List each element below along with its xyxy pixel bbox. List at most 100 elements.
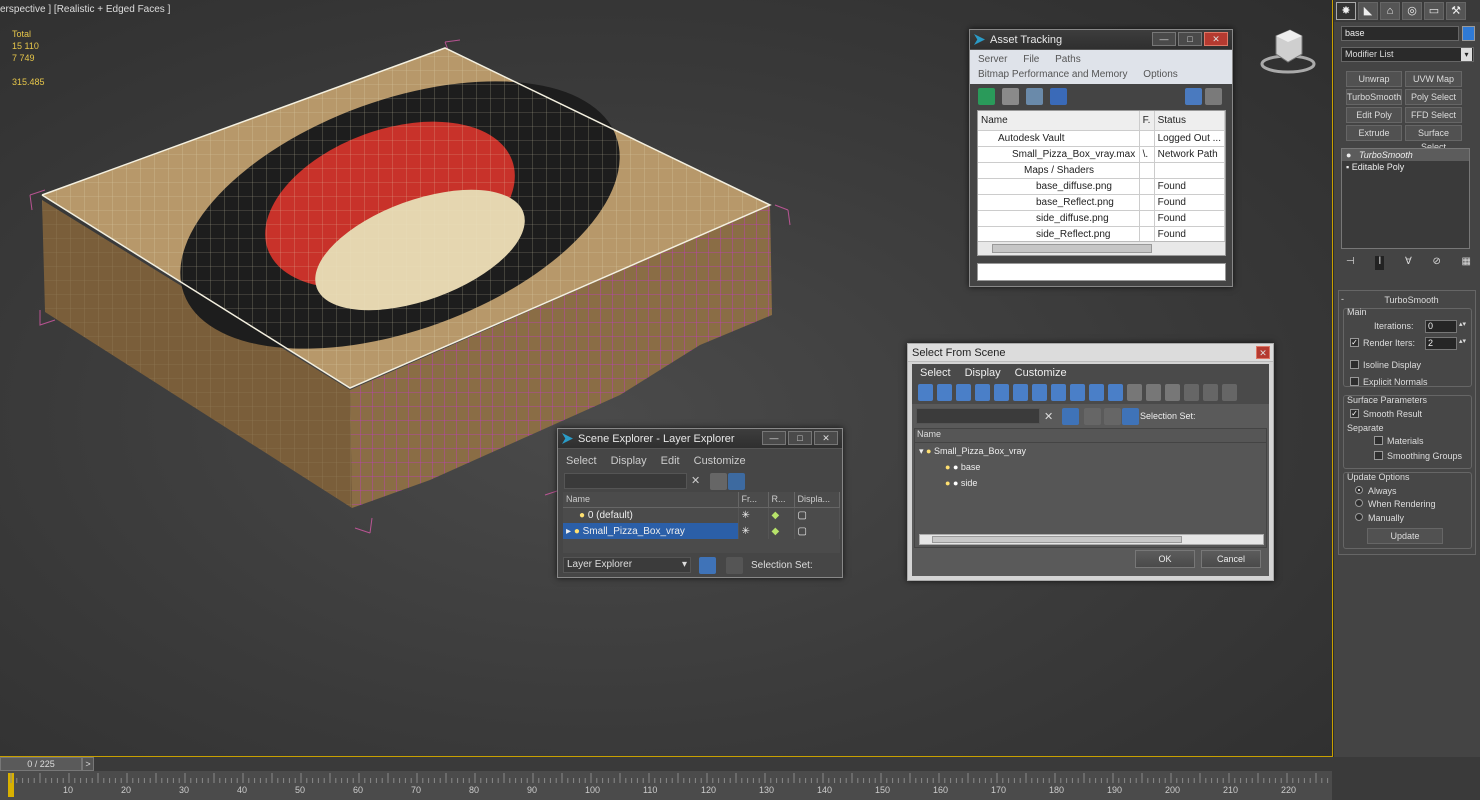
menu-customize[interactable]: Customize xyxy=(1015,367,1067,379)
edit-poly-button[interactable]: Edit Poly xyxy=(1346,107,1402,123)
extrude-button[interactable]: Extrude xyxy=(1346,125,1402,141)
spacewarps-filter-icon[interactable] xyxy=(1013,384,1028,401)
modify-tab-icon[interactable]: ◣ xyxy=(1358,2,1378,20)
display-none-icon[interactable] xyxy=(1146,384,1161,401)
minimize-button[interactable]: — xyxy=(762,431,786,445)
bones-filter-icon[interactable] xyxy=(1070,384,1085,401)
refresh-icon[interactable] xyxy=(978,88,995,105)
display-box-icon[interactable]: ▢ xyxy=(794,523,840,539)
show-end-result-icon[interactable]: Ⅰ xyxy=(1375,256,1385,270)
shapes-filter-icon[interactable] xyxy=(937,384,952,401)
clear-search-icon[interactable]: ✕ xyxy=(1044,410,1053,423)
horizontal-scrollbar[interactable] xyxy=(978,241,1225,255)
utilities-tab-icon[interactable]: ⚒ xyxy=(1446,2,1466,20)
display-box-icon[interactable]: ▢ xyxy=(794,507,840,523)
column-status[interactable]: Status xyxy=(1154,111,1225,131)
select-from-scene-titlebar[interactable]: Select From Scene ✕ xyxy=(908,344,1273,362)
layer-row[interactable]: ▸ ● Small_Pizza_Box_vray ✳ ◆ ▢ xyxy=(563,523,840,539)
table-row[interactable]: Autodesk Vault Logged Out ... xyxy=(978,130,1225,147)
iterations-spinner[interactable]: 0 xyxy=(1425,320,1457,333)
explicit-normals-checkbox[interactable] xyxy=(1350,377,1359,386)
cancel-button[interactable]: Cancel xyxy=(1201,550,1261,568)
tree-item[interactable]: ▾ ● Small_Pizza_Box_vray xyxy=(915,443,1266,459)
menu-edit[interactable]: Edit xyxy=(661,455,680,467)
frozen-filter-icon[interactable] xyxy=(1108,384,1123,401)
thumbnail-view-icon[interactable] xyxy=(1026,88,1044,105)
menu-select[interactable]: Select xyxy=(566,455,597,467)
table-row[interactable]: side_diffuse.png Found xyxy=(978,210,1225,227)
light-bulb-icon[interactable]: ● xyxy=(945,462,950,472)
columns-icon[interactable] xyxy=(1222,384,1237,401)
lights-filter-icon[interactable] xyxy=(956,384,971,401)
scrollbar-thumb[interactable] xyxy=(932,536,1182,543)
scene-explorer-titlebar[interactable]: Scene Explorer - Layer Explorer — □ ✕ xyxy=(558,429,842,449)
hierarchy-tab-icon[interactable]: ⌂ xyxy=(1380,2,1400,20)
light-bulb-icon[interactable]: ● xyxy=(945,478,950,488)
render-teapot-icon[interactable]: ◆ xyxy=(768,507,795,523)
helpers-filter-icon[interactable] xyxy=(994,384,1009,401)
render-teapot-icon[interactable]: ◆ xyxy=(768,523,795,539)
scene-search-input[interactable] xyxy=(916,408,1040,424)
table-row[interactable]: Maps / Shaders xyxy=(978,162,1225,179)
minimize-button[interactable]: — xyxy=(1152,32,1176,46)
scrollbar-thumb[interactable] xyxy=(992,244,1152,253)
column-display[interactable]: Displa... xyxy=(794,492,840,508)
close-button[interactable]: ✕ xyxy=(1204,32,1228,46)
layer-mode-icon[interactable] xyxy=(699,556,716,574)
surface-select-button[interactable]: Surface Select xyxy=(1405,125,1462,152)
layer-row[interactable]: ● 0 (default) ✳ ◆ ▢ xyxy=(563,507,840,523)
light-bulb-icon[interactable]: ● xyxy=(574,526,580,537)
filter-icon[interactable] xyxy=(1062,408,1079,425)
display-all-icon[interactable] xyxy=(1127,384,1142,401)
layer-options-icon[interactable] xyxy=(728,473,745,490)
time-slider[interactable]: 0 / 225 xyxy=(0,757,82,771)
expand-arrow-icon[interactable]: ▾ xyxy=(919,446,924,456)
unwrap-uvw-button[interactable]: Unwrap UVW xyxy=(1346,71,1402,98)
spinner-arrows-icon[interactable]: ▴▾ xyxy=(1459,337,1466,345)
table-row[interactable]: base_diffuse.png Found xyxy=(978,178,1225,195)
scene-explorer-window[interactable]: Scene Explorer - Layer Explorer — □ ✕ Se… xyxy=(557,428,843,578)
layers-icon[interactable] xyxy=(1104,408,1121,425)
viewcube-icon[interactable] xyxy=(1258,24,1318,76)
find-case-icon[interactable] xyxy=(1084,408,1101,425)
stack-item-turbosmooth[interactable]: ● TurboSmooth xyxy=(1342,149,1469,161)
menu-paths[interactable]: Paths xyxy=(1055,54,1081,65)
list-view-icon[interactable] xyxy=(1002,88,1020,105)
render-iters-spinner[interactable]: 2 xyxy=(1425,337,1457,350)
horizontal-scrollbar[interactable] xyxy=(919,534,1264,545)
menu-file[interactable]: File xyxy=(1023,54,1039,65)
layer-table[interactable]: Name Fr... R... Displa... ● 0 (default) … xyxy=(563,492,840,553)
tree-item[interactable]: ● ● side xyxy=(915,475,1266,491)
display-tab-icon[interactable]: ▭ xyxy=(1424,2,1444,20)
menu-display[interactable]: Display xyxy=(965,367,1001,379)
ffd-select-button[interactable]: FFD Select xyxy=(1405,107,1462,123)
invert-display-icon[interactable] xyxy=(1165,384,1180,401)
column-render[interactable]: R... xyxy=(768,492,795,508)
table-row[interactable]: Small_Pizza_Box_vray.max \. Network Path xyxy=(978,146,1225,163)
menu-display[interactable]: Display xyxy=(611,455,647,467)
asset-tracking-titlebar[interactable]: Asset Tracking — □ ✕ xyxy=(970,30,1232,50)
pin-stack-icon[interactable]: ⊣ xyxy=(1346,256,1355,270)
smoothing-groups-checkbox[interactable] xyxy=(1374,451,1383,460)
select-from-scene-dialog[interactable]: Select From Scene ✕ Select Display Custo… xyxy=(907,343,1274,581)
settings-icon[interactable] xyxy=(1205,88,1222,105)
help-icon[interactable] xyxy=(1185,88,1202,105)
remove-modifier-icon[interactable]: ⊘ xyxy=(1432,256,1440,270)
asset-table[interactable]: Name F. Status Autodesk Vault Logged Out … xyxy=(977,110,1226,256)
manually-radio[interactable] xyxy=(1355,513,1363,521)
clear-search-icon[interactable]: ✕ xyxy=(691,474,700,487)
column-name[interactable]: Name xyxy=(915,429,1266,443)
menu-bitmap-performance[interactable]: Bitmap Performance and Memory xyxy=(978,69,1128,80)
column-f[interactable]: F. xyxy=(1139,111,1155,131)
poly-select-button[interactable]: Poly Select xyxy=(1405,89,1462,105)
materials-checkbox[interactable] xyxy=(1374,436,1383,445)
table-row[interactable]: base_Reflect.png Found xyxy=(978,194,1225,211)
configure-sets-icon[interactable]: ▦ xyxy=(1462,256,1471,270)
maximize-button[interactable]: □ xyxy=(1178,32,1202,46)
menu-customize[interactable]: Customize xyxy=(694,455,746,467)
menu-server[interactable]: Server xyxy=(978,54,1007,65)
containers-filter-icon[interactable] xyxy=(1089,384,1104,401)
object-color-swatch[interactable] xyxy=(1462,26,1475,41)
freeze-icon[interactable]: ✳ xyxy=(738,523,769,539)
light-bulb-icon[interactable]: ● xyxy=(579,510,585,521)
